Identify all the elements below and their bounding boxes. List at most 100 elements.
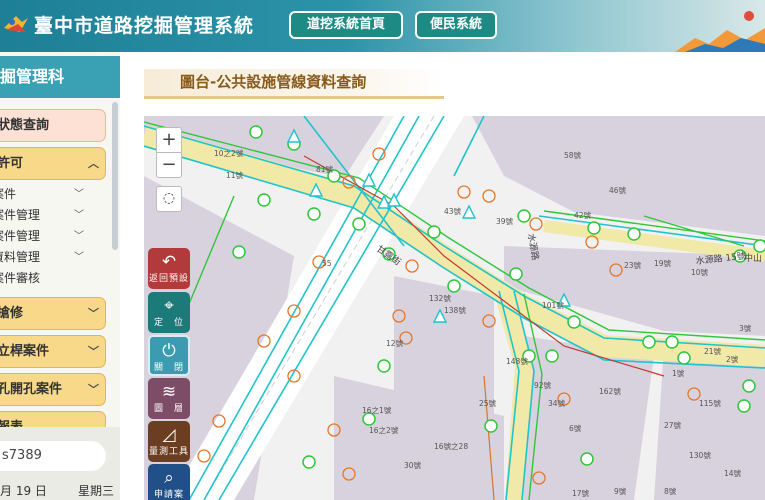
menu-repair[interactable]: 搶修 ﹀ xyxy=(0,297,106,330)
map-label: 25號 xyxy=(479,398,497,408)
map-label: 55 xyxy=(322,259,332,268)
app-title: 臺中市道路挖掘管理系統 xyxy=(34,15,255,37)
close-button[interactable]: ⏻ 關 閉 xyxy=(148,335,190,376)
locate-button[interactable]: ⌖ 定 位 xyxy=(148,292,190,333)
current-date: 月 19 日 xyxy=(0,484,47,498)
map-label: 58號 xyxy=(564,150,582,160)
map-label: 115號 xyxy=(699,398,721,408)
sidebar: 掘管理科 狀態查詢 許可 ︿ 案件 ﹀ 案件管理 ﹀ 案件管理 ﹀ 資料管理 ﹀… xyxy=(0,52,120,500)
tool-label: 申請案 xyxy=(153,490,184,500)
system-home-button[interactable]: 道挖系統首頁 xyxy=(289,11,403,39)
sidebar-title: 掘管理科 xyxy=(0,56,120,98)
case-search-icon: ⌕ xyxy=(164,468,174,488)
menu-hole-label: 孔開孔案件 xyxy=(0,382,63,397)
map-label: 16之2號 xyxy=(369,425,399,435)
main-content: 圖台-公共設施管線資料查詢 10之2號 11號 81號 43號 42號 46號 … xyxy=(120,52,765,500)
street-name: 甘露街 xyxy=(374,243,403,268)
zoom-in-button[interactable]: + xyxy=(156,127,182,153)
map-label: 39號 xyxy=(496,216,514,226)
map-label: 10號 xyxy=(691,267,709,277)
submenu-item[interactable]: 案件審核 xyxy=(0,268,92,289)
submenu-item[interactable]: 案件管理 ﹀ xyxy=(0,226,92,247)
header-decoration xyxy=(675,11,765,52)
map-label: 92號 xyxy=(534,380,552,390)
city-logo-icon xyxy=(4,16,28,32)
chevron-down-icon: ﹀ xyxy=(74,252,84,263)
menu-pole-label: 立桿案件 xyxy=(0,344,50,359)
map-label: 3號 xyxy=(739,323,752,333)
current-weekday: 星期三 xyxy=(78,484,115,498)
submenu-item[interactable]: 案件 ﹀ xyxy=(0,184,92,205)
submenu-label: 案件 xyxy=(0,187,17,201)
layers-icon: ≋ xyxy=(161,382,177,402)
measure-tool-button[interactable]: ◿ 量測工具 xyxy=(148,421,190,462)
map-label: 101號 xyxy=(542,300,564,310)
menu-status-query[interactable]: 狀態查詢 xyxy=(0,109,106,142)
map-label: 43號 xyxy=(444,206,462,216)
chevron-down-icon: ﹀ xyxy=(74,189,84,200)
map-label: 19號 xyxy=(654,258,672,268)
citizen-service-button[interactable]: 便民系統 xyxy=(415,11,497,39)
user-id-field: s7389 xyxy=(0,441,106,471)
map-label: 2號 xyxy=(726,354,739,364)
menu-pole-cases[interactable]: 立桿案件 ﹀ xyxy=(0,335,106,368)
map-label: 6號 xyxy=(569,423,582,433)
tool-label: 定 位 xyxy=(153,318,184,328)
submenu-item[interactable]: 資料管理 ﹀ xyxy=(0,247,92,268)
locate-me-button[interactable]: ◌ xyxy=(156,186,182,212)
tool-label: 量測工具 xyxy=(148,447,189,457)
map-label: 14號 xyxy=(724,468,742,478)
map-label: 16之1號 xyxy=(362,405,392,415)
layers-button[interactable]: ≋ 圖 層 xyxy=(148,378,190,419)
submenu-label: 案件管理 xyxy=(0,208,41,222)
tool-label: 返回預設 xyxy=(148,274,189,284)
zoom-out-button[interactable]: − xyxy=(156,152,182,178)
map-label: 1號 xyxy=(672,368,685,378)
submenu-item[interactable]: 案件管理 ﹀ xyxy=(0,205,92,226)
menu-hole-cases[interactable]: 孔開孔案件 ﹀ xyxy=(0,373,106,406)
menu-permit-label: 許可 xyxy=(0,156,24,171)
submenu-label: 案件管理 xyxy=(0,229,41,243)
street-name: 中山 xyxy=(744,252,762,264)
map-label: 8號 xyxy=(664,486,677,496)
menu-status-label: 狀態查詢 xyxy=(0,118,50,133)
map-label: 12號 xyxy=(386,338,404,348)
back-arrow-icon: ↶ xyxy=(161,252,177,272)
case-query-button[interactable]: ⌕ 申請案 xyxy=(148,464,190,500)
map-canvas[interactable]: 10之2號 11號 81號 43號 42號 46號 58號 39號 23號 19… xyxy=(144,116,765,500)
map-label: 27號 xyxy=(664,420,682,430)
map-label: 132號 xyxy=(429,293,451,303)
location-pin-icon: ⌖ xyxy=(164,296,174,316)
map-label: 46號 xyxy=(609,185,627,195)
sidebar-scrollbar[interactable] xyxy=(112,102,118,250)
map-label: 17號 xyxy=(572,488,590,498)
map-layer: 10之2號 11號 81號 43號 42號 46號 58號 39號 23號 19… xyxy=(144,116,765,500)
map-label: 9號 xyxy=(614,486,627,496)
map-label: 30號 xyxy=(404,460,422,470)
map-label: 42號 xyxy=(574,210,592,220)
chevron-up-icon: ︿ xyxy=(88,157,99,170)
map-label: 23號 xyxy=(624,260,642,270)
map-label: 81號 xyxy=(316,164,334,174)
map-label: 21號 xyxy=(704,346,722,356)
tool-label: 圖 層 xyxy=(153,404,184,414)
reset-view-button[interactable]: ↶ 返回預設 xyxy=(148,248,190,289)
map-label: 162號 xyxy=(599,386,621,396)
map-label: 34號 xyxy=(548,398,566,408)
chevron-down-icon: ﹀ xyxy=(88,307,99,320)
map-label: 16號之28 xyxy=(434,441,468,451)
map-label: 138號 xyxy=(444,305,466,315)
menu-permit[interactable]: 許可 ︿ xyxy=(0,147,106,180)
submenu-label: 資料管理 xyxy=(0,250,41,264)
chevron-down-icon: ﹀ xyxy=(74,231,84,242)
chevron-down-icon: ﹀ xyxy=(88,383,99,396)
tool-label: 關 閉 xyxy=(153,363,184,373)
submenu-label: 案件審核 xyxy=(0,271,41,285)
power-icon: ⏻ xyxy=(162,341,176,361)
ruler-icon: ◿ xyxy=(162,425,176,445)
app-header: 臺中市道路挖掘管理系統 道挖系統首頁 便民系統 xyxy=(0,0,765,52)
map-label: 10之2號 xyxy=(214,148,244,158)
map-label: 148號 xyxy=(506,356,528,366)
chevron-down-icon: ﹀ xyxy=(74,210,84,221)
chevron-down-icon: ﹀ xyxy=(88,345,99,358)
